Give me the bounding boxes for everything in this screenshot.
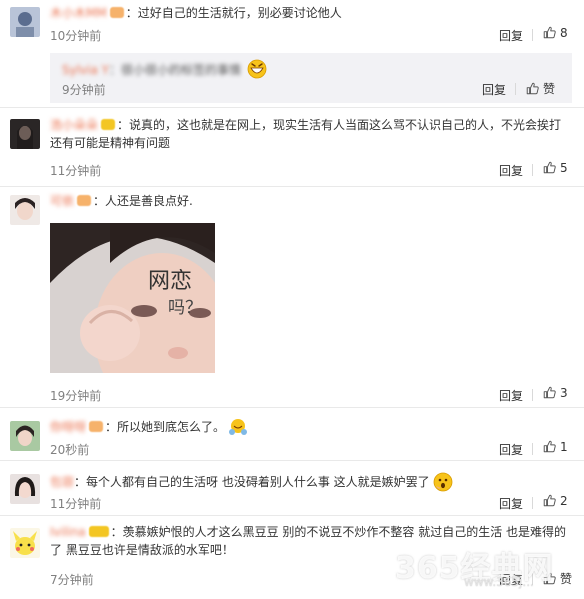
comment-text: ：说真的，这也就是在网上，现实生活有人当面这么骂不认识自己的人，不光会挨打还有可… (50, 118, 562, 150)
comment-text: ：过好自己的生活就行，别必要讨论他人 (125, 6, 342, 20)
like-button[interactable]: 2 (543, 494, 568, 508)
timestamp: 7分钟前 (50, 573, 94, 587)
comment-text: ：所以她到底怎么了。 (105, 420, 226, 434)
username-link[interactable]: Ivilina (50, 525, 86, 539)
meme-caption: 网恋 (148, 269, 193, 294)
sub-reply-username[interactable]: Sylvia Y (62, 63, 109, 77)
like-count: 3 (560, 386, 568, 400)
like-label: 赞 (543, 82, 556, 96)
comment-text: ：每个人都有自己的生活呀 也没碍着别人什么事 这人就是嫉妒罢了 (74, 475, 430, 489)
comment-text: ：人还是善良点好. (93, 194, 193, 208)
like-button[interactable]: 1 (543, 440, 568, 454)
like-count: 5 (560, 161, 568, 175)
avatar[interactable] (10, 195, 40, 225)
hug-emoji-icon (229, 419, 248, 435)
sub-reply-body: Sylvia Y：很小很小的标签的事情 (62, 59, 267, 79)
reply-button[interactable]: 回复 (499, 441, 523, 458)
username-link[interactable]: 你呀呀 (50, 420, 86, 434)
avatar[interactable] (10, 528, 40, 558)
reply-button[interactable]: 回复 (499, 387, 523, 404)
comment-body: 你呀呀 ：所以她到底怎么了。 (50, 417, 248, 437)
thumbs-up-icon (543, 26, 556, 39)
like-count: 1 (560, 440, 568, 454)
like-button[interactable]: 3 (543, 386, 568, 400)
username-link[interactable]: 木小木MM (50, 6, 107, 20)
divider (532, 29, 533, 41)
thumbs-up-icon (543, 440, 556, 453)
username-link[interactable]: 可依 (50, 194, 74, 208)
avatar[interactable] (10, 7, 40, 37)
sub-reply: Sylvia Y：很小很小的标签的事情 9分钟前 回复 赞 (50, 53, 572, 103)
comment-item: 木小木MM ：过好自己的生活就行，别必要讨论他人 10分钟前 回复 8 Sylvi… (0, 0, 584, 106)
thumbs-up-icon (543, 494, 556, 507)
reply-button[interactable]: 回复 (499, 27, 523, 44)
username-link[interactable]: 浩小朵朵 (50, 118, 98, 132)
divider (532, 497, 533, 509)
meme-subcaption: 吗？ (168, 298, 202, 318)
like-button[interactable]: 5 (543, 161, 568, 175)
thumbs-up-icon (526, 82, 539, 95)
comment-item: 你呀呀 ：所以她到底怎么了。 20秒前 回复 1 (0, 407, 584, 460)
comment-body: 包容：每个人都有自己的生活呀 也没碍着别人什么事 这人就是嫉妒罢了 (50, 472, 453, 492)
like-count: 8 (560, 26, 568, 40)
avatar[interactable] (10, 474, 40, 504)
divider (532, 443, 533, 455)
username-link[interactable]: 包容 (50, 475, 74, 489)
sub-reply-reply-button[interactable]: 回复 (482, 81, 506, 98)
sub-reply-timestamp: 9分钟前 (62, 83, 106, 97)
reply-button[interactable]: 回复 (499, 162, 523, 179)
thumbs-up-icon (543, 161, 556, 174)
comment-item: 浩小朵朵 ：说真的，这也就是在网上，现实生活有人当面这么骂不认识自己的人，不光会挨… (0, 107, 584, 186)
grin-emoji-icon (247, 59, 267, 79)
member-badge-icon (109, 7, 124, 18)
sub-reply-text: ：很小很小的标签的事情 (109, 63, 242, 77)
member-badge-icon (89, 421, 104, 432)
member-badge-icon (88, 526, 109, 537)
timestamp: 11分钟前 (50, 497, 102, 511)
like-button[interactable]: 8 (543, 26, 568, 40)
divider (532, 389, 533, 401)
timestamp: 11分钟前 (50, 164, 102, 178)
comment-body: 浩小朵朵 ：说真的，这也就是在网上，现实生活有人当面这么骂不认识自己的人，不光会挨… (50, 116, 570, 152)
timestamp: 19分钟前 (50, 389, 102, 403)
reply-button[interactable]: 回复 (499, 495, 523, 512)
member-badge-icon (101, 119, 116, 130)
avatar[interactable] (10, 119, 40, 149)
divider (532, 164, 533, 176)
avatar[interactable] (10, 421, 40, 451)
timestamp: 20秒前 (50, 443, 90, 457)
divider (515, 83, 516, 95)
member-badge-icon (77, 195, 92, 206)
timestamp: 10分钟前 (50, 29, 102, 43)
like-label: 赞 (560, 572, 573, 586)
surprised-emoji-icon (433, 472, 453, 492)
watermark-url: www.365j... (464, 575, 534, 589)
sub-reply-like-button[interactable]: 赞 (526, 80, 555, 97)
comment-body: 可依 ：人还是善良点好. (50, 192, 193, 210)
comment-item: 包容：每个人都有自己的生活呀 也没碍着别人什么事 这人就是嫉妒罢了 11分钟前 … (0, 460, 584, 515)
comment-body: 木小木MM ：过好自己的生活就行，别必要讨论他人 (50, 4, 342, 22)
comment-image[interactable]: 网恋 吗？ (50, 223, 215, 373)
like-count: 2 (560, 494, 568, 508)
thumbs-up-icon (543, 386, 556, 399)
